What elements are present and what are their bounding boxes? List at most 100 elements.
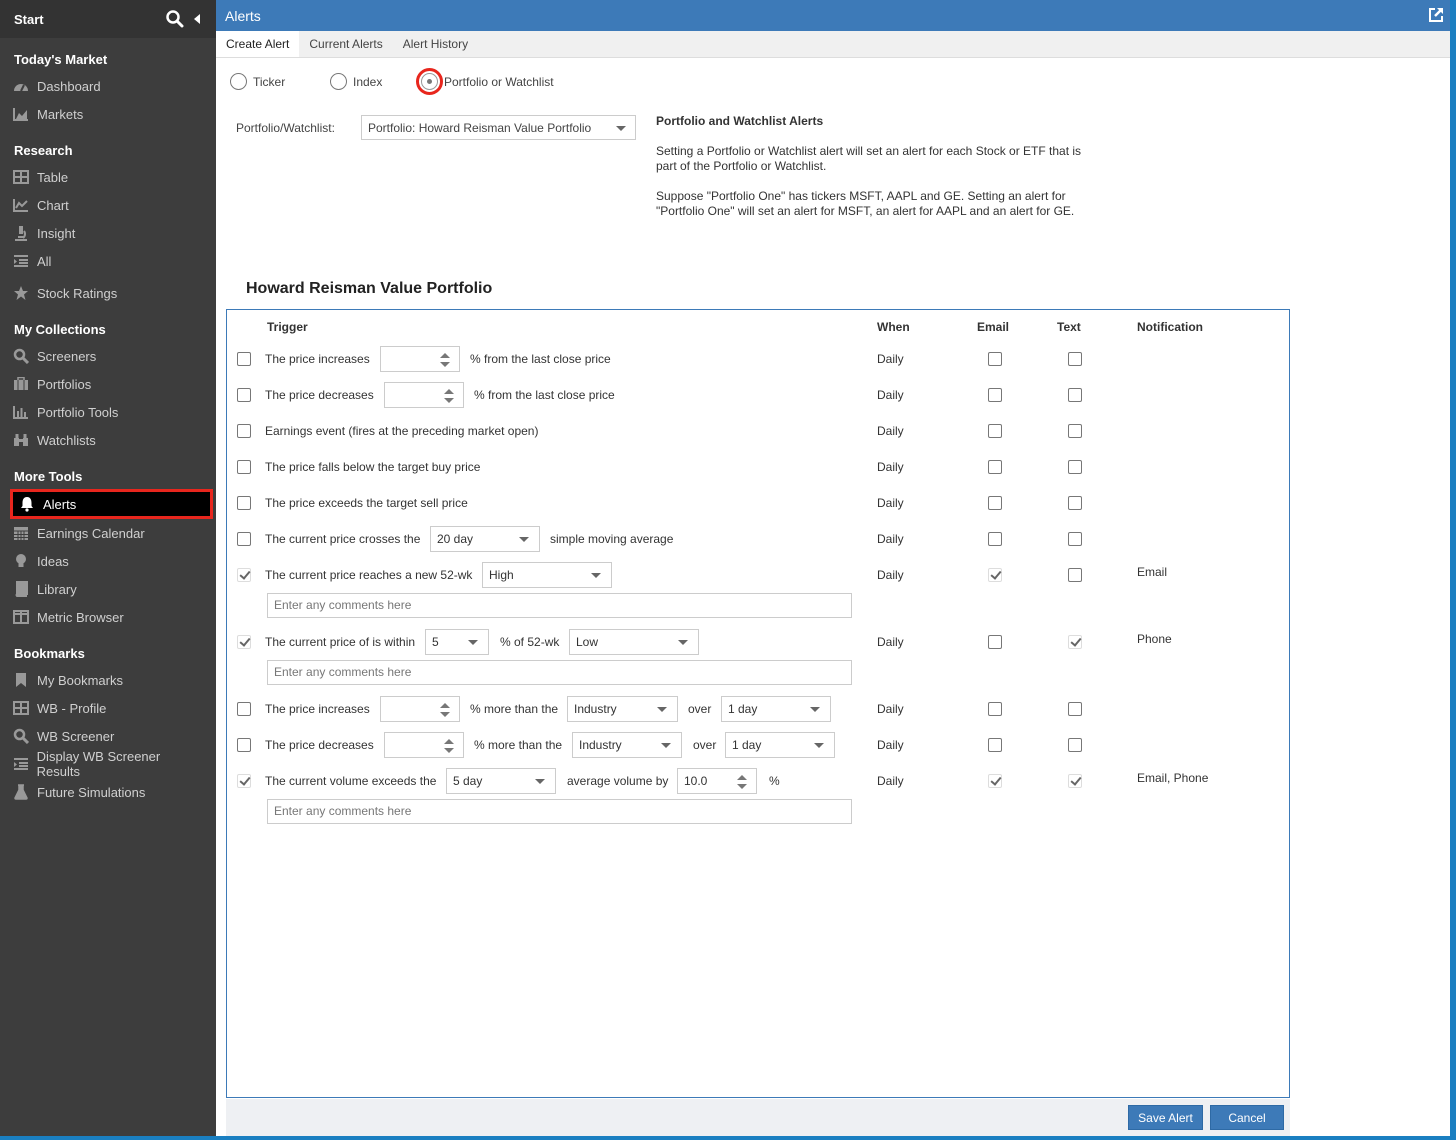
sidebar-item-portfolio-tools[interactable]: Portfolio Tools — [0, 398, 216, 426]
lightbulb-icon — [12, 553, 30, 569]
bar-chart-icon — [12, 404, 30, 420]
enable-checkbox[interactable] — [237, 774, 251, 788]
radio-portfolio-watchlist[interactable]: Portfolio or Watchlist — [416, 68, 554, 95]
text-checkbox[interactable] — [1068, 496, 1082, 510]
email-checkbox[interactable] — [988, 496, 1002, 510]
sidebar-item-chart[interactable]: Chart — [0, 191, 216, 219]
enable-checkbox[interactable] — [237, 635, 251, 649]
text-checkbox[interactable] — [1068, 568, 1082, 582]
volume-period-select[interactable]: 5 day — [446, 768, 556, 794]
sidebar-item-all[interactable]: All — [0, 247, 216, 275]
comparison-select[interactable]: Industry — [572, 732, 682, 758]
portfolio-select[interactable]: Portfolio: Howard Reisman Value Portfoli… — [361, 115, 636, 140]
tab-alert-history[interactable]: Alert History — [393, 31, 478, 57]
sidebar-item-alerts[interactable]: Alerts — [10, 489, 213, 519]
sidebar-item-screeners[interactable]: Screeners — [0, 342, 216, 370]
radio-button[interactable] — [230, 73, 247, 90]
text-checkbox[interactable] — [1068, 774, 1082, 788]
percent-stepper[interactable] — [384, 382, 464, 408]
enable-checkbox[interactable] — [237, 460, 251, 474]
text-checkbox[interactable] — [1068, 460, 1082, 474]
sma-period-select[interactable]: 20 day — [430, 526, 540, 552]
high-low-select[interactable]: High — [482, 562, 612, 588]
sidebar-item-insight[interactable]: Insight — [0, 219, 216, 247]
enable-checkbox[interactable] — [237, 388, 251, 402]
email-checkbox[interactable] — [988, 352, 1002, 366]
email-checkbox[interactable] — [988, 388, 1002, 402]
start-label[interactable]: Start — [14, 12, 158, 27]
sidebar-item-markets[interactable]: Markets — [0, 100, 216, 128]
sidebar-item-my-bookmarks[interactable]: My Bookmarks — [0, 666, 216, 694]
cancel-button[interactable]: Cancel — [1210, 1105, 1284, 1130]
comparison-select[interactable]: Industry — [567, 696, 678, 722]
text-checkbox[interactable] — [1068, 352, 1082, 366]
sidebar-item-earnings-calendar[interactable]: Earnings Calendar — [0, 519, 216, 547]
external-link-icon[interactable] — [1428, 7, 1444, 23]
email-checkbox[interactable] — [988, 424, 1002, 438]
sidebar-item-wb-profile[interactable]: WB - Profile — [0, 694, 216, 722]
enable-checkbox[interactable] — [237, 702, 251, 716]
email-checkbox[interactable] — [988, 460, 1002, 474]
sidebar-item-metric-browser[interactable]: Metric Browser — [0, 603, 216, 631]
sidebar-item-label: My Bookmarks — [37, 672, 123, 688]
sidebar-item-future-simulations[interactable]: Future Simulations — [0, 778, 216, 806]
percent-stepper[interactable] — [384, 732, 464, 758]
radio-index[interactable]: Index — [330, 73, 421, 90]
text-checkbox[interactable] — [1068, 388, 1082, 402]
sidebar-item-watchlists[interactable]: Watchlists — [0, 426, 216, 454]
stepper-arrows-icon[interactable] — [440, 703, 450, 717]
comment-input[interactable]: Enter any comments here — [267, 660, 852, 685]
email-checkbox[interactable] — [988, 774, 1002, 788]
trigger-text: The price decreases — [265, 388, 374, 402]
text-checkbox[interactable] — [1068, 424, 1082, 438]
period-select[interactable]: 1 day — [725, 732, 835, 758]
radio-button[interactable] — [416, 68, 443, 95]
sidebar-item-display-wb-screener-results[interactable]: Display WB Screener Results — [0, 749, 216, 779]
when-value: Daily — [877, 496, 904, 510]
percent-stepper[interactable] — [380, 346, 460, 372]
email-checkbox[interactable] — [988, 568, 1002, 582]
sidebar-item-dashboard[interactable]: Dashboard — [0, 72, 216, 100]
text-checkbox[interactable] — [1068, 532, 1082, 546]
save-alert-button[interactable]: Save Alert — [1128, 1105, 1203, 1130]
volume-multiplier-stepper[interactable]: 10.0 — [677, 768, 757, 794]
stepper-arrows-icon[interactable] — [737, 775, 747, 789]
sidebar-item-library[interactable]: Library — [0, 575, 216, 603]
high-low-select[interactable]: Low — [569, 629, 699, 655]
comment-input[interactable]: Enter any comments here — [267, 799, 852, 824]
email-checkbox[interactable] — [988, 635, 1002, 649]
stepper-arrows-icon[interactable] — [444, 739, 454, 753]
period-select[interactable]: 1 day — [721, 696, 831, 722]
percent-stepper[interactable] — [380, 696, 460, 722]
text-checkbox[interactable] — [1068, 635, 1082, 649]
stepper-arrows-icon[interactable] — [444, 389, 454, 403]
sidebar-item-table[interactable]: Table — [0, 163, 216, 191]
radio-button[interactable] — [330, 73, 347, 90]
email-checkbox[interactable] — [988, 532, 1002, 546]
search-icon[interactable] — [166, 10, 184, 28]
sidebar-item-wb-screener[interactable]: WB Screener — [0, 722, 216, 750]
enable-checkbox[interactable] — [237, 738, 251, 752]
email-checkbox[interactable] — [988, 738, 1002, 752]
bookmark-icon — [12, 672, 30, 688]
comment-input[interactable]: Enter any comments here — [267, 593, 852, 618]
section-todays-market: Today's Market — [14, 52, 108, 67]
enable-checkbox[interactable] — [237, 496, 251, 510]
stepper-arrows-icon[interactable] — [440, 353, 450, 367]
enable-checkbox[interactable] — [237, 352, 251, 366]
enable-checkbox[interactable] — [237, 424, 251, 438]
text-checkbox[interactable] — [1068, 738, 1082, 752]
sidebar-item-ideas[interactable]: Ideas — [0, 547, 216, 575]
collapse-caret-icon[interactable] — [192, 13, 202, 25]
tab-current-alerts[interactable]: Current Alerts — [299, 31, 392, 57]
search-icon — [12, 728, 30, 744]
tab-create-alert[interactable]: Create Alert — [216, 31, 300, 57]
percent-select[interactable]: 5 — [425, 629, 489, 655]
text-checkbox[interactable] — [1068, 702, 1082, 716]
enable-checkbox[interactable] — [237, 568, 251, 582]
sidebar-item-stock-ratings[interactable]: Stock Ratings — [0, 279, 216, 307]
enable-checkbox[interactable] — [237, 532, 251, 546]
radio-ticker[interactable]: Ticker — [230, 73, 330, 90]
email-checkbox[interactable] — [988, 702, 1002, 716]
sidebar-item-portfolios[interactable]: Portfolios — [0, 370, 216, 398]
